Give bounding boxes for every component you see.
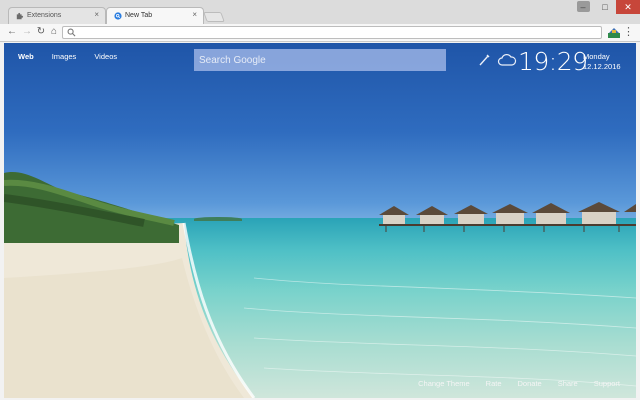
browser-toolbar: ← → ↻ ⌂ ⋮ bbox=[0, 24, 640, 42]
tab-extensions[interactable]: Extensions × bbox=[8, 7, 106, 24]
new-tab-page: Web Images Videos 19:29 Monday 12.12.201… bbox=[4, 43, 636, 398]
clock-time: 19:29 bbox=[518, 47, 588, 76]
search-type-nav: Web Images Videos bbox=[18, 52, 117, 61]
search-icon bbox=[67, 28, 76, 37]
extension-icon[interactable] bbox=[608, 27, 620, 38]
tab-strip: Extensions × New Tab × – □ ✕ bbox=[0, 0, 640, 24]
overwater-bungalows bbox=[379, 202, 636, 232]
new-tab-button[interactable] bbox=[203, 12, 225, 22]
search-box bbox=[194, 49, 446, 71]
change-theme-link[interactable]: Change Theme bbox=[418, 379, 470, 388]
puzzle-icon bbox=[16, 12, 24, 20]
window-controls: – □ ✕ bbox=[572, 0, 640, 14]
tab-new-tab[interactable]: New Tab × bbox=[106, 7, 204, 24]
minimize-button[interactable]: – bbox=[572, 0, 594, 14]
share-link[interactable]: Share bbox=[558, 379, 578, 388]
search-nav-web[interactable]: Web bbox=[18, 52, 34, 61]
tab-label: New Tab bbox=[125, 12, 153, 19]
address-bar[interactable] bbox=[62, 26, 602, 39]
newtab-icon bbox=[114, 12, 122, 20]
close-icon[interactable]: × bbox=[192, 11, 197, 19]
cloud-icon bbox=[497, 54, 517, 66]
close-icon[interactable]: × bbox=[94, 11, 99, 19]
support-link[interactable]: Support bbox=[594, 379, 620, 388]
search-nav-videos[interactable]: Videos bbox=[94, 52, 117, 61]
rate-link[interactable]: Rate bbox=[486, 379, 502, 388]
close-window-button[interactable]: ✕ bbox=[616, 0, 640, 14]
maximize-button[interactable]: □ bbox=[594, 0, 616, 14]
tab-label: Extensions bbox=[27, 12, 62, 19]
search-input[interactable] bbox=[194, 49, 446, 71]
sand-background bbox=[4, 222, 636, 398]
distant-island bbox=[194, 217, 242, 221]
clock-date: Monday 12.12.2016 bbox=[583, 52, 621, 72]
footer-links: Change Theme Rate Donate Share Support bbox=[418, 379, 620, 388]
pen-icon[interactable] bbox=[478, 53, 490, 67]
palm-trees bbox=[4, 172, 179, 243]
menu-icon[interactable]: ⋮ bbox=[623, 25, 634, 39]
back-button[interactable]: ← bbox=[6, 26, 18, 38]
donate-link[interactable]: Donate bbox=[518, 379, 542, 388]
search-nav-images[interactable]: Images bbox=[52, 52, 77, 61]
reload-button[interactable]: ↻ bbox=[35, 26, 47, 38]
clock-date-value: 12.12.2016 bbox=[583, 62, 621, 71]
clock-day: Monday bbox=[583, 52, 610, 61]
forward-button[interactable]: → bbox=[21, 26, 33, 38]
home-button[interactable]: ⌂ bbox=[48, 26, 60, 38]
